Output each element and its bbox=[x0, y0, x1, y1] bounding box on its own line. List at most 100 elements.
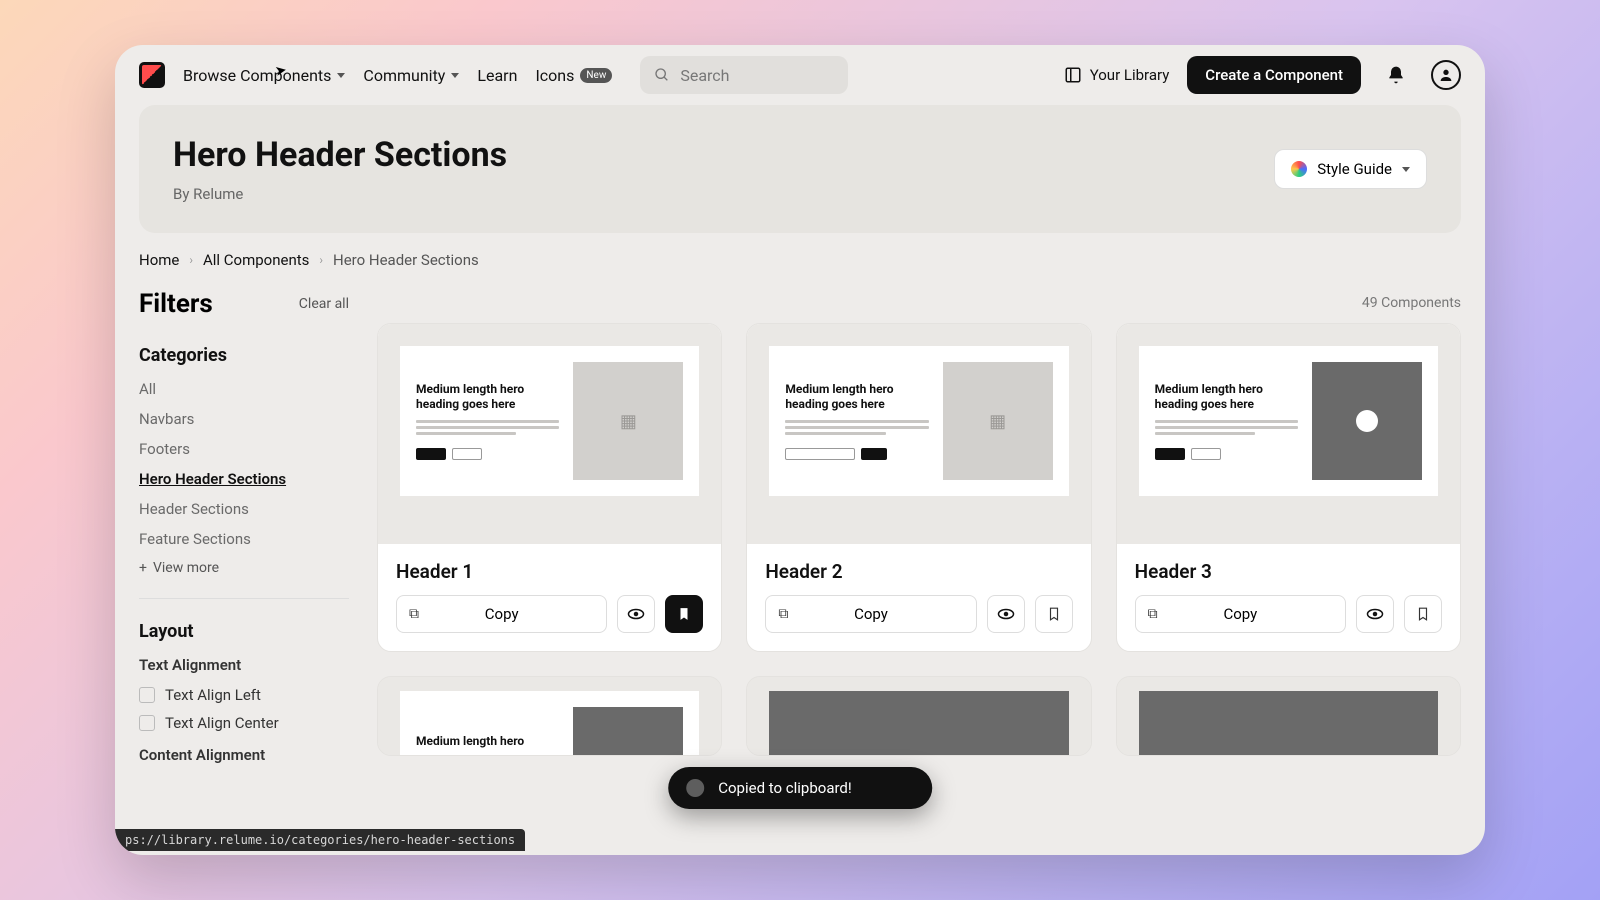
bookmark-button[interactable] bbox=[1404, 595, 1442, 633]
chk-align-center[interactable]: Text Align Center bbox=[139, 714, 349, 732]
image-placeholder-icon bbox=[1139, 691, 1438, 756]
status-url-hint: ps://library.relume.io/categories/hero-h… bbox=[115, 829, 525, 851]
component-card: Medium length hero heading goes here Hea… bbox=[1116, 323, 1461, 652]
nav-community[interactable]: Community bbox=[363, 66, 459, 85]
mock-buttons bbox=[1155, 448, 1298, 460]
page-banner: Hero Header Sections By Relume Style Gui… bbox=[139, 105, 1461, 233]
image-placeholder-icon: ▦ bbox=[943, 362, 1053, 480]
cat-footers[interactable]: Footers bbox=[139, 440, 349, 458]
style-guide-icon bbox=[1291, 161, 1307, 177]
bookmark-button[interactable] bbox=[1035, 595, 1073, 633]
cat-header[interactable]: Header Sections bbox=[139, 500, 349, 518]
account-avatar[interactable] bbox=[1431, 60, 1461, 90]
mock-heading: Medium length hero heading goes here bbox=[416, 382, 559, 412]
content-body: Filters Clear all Categories All Navbars… bbox=[115, 269, 1485, 849]
bookmark-icon bbox=[1416, 606, 1430, 622]
mock-input-row bbox=[785, 448, 928, 460]
preview-button[interactable] bbox=[617, 595, 655, 633]
component-preview[interactable]: Medium length hero heading goes here ▦ bbox=[747, 324, 1090, 544]
nav-browse[interactable]: Browse Components bbox=[183, 66, 345, 85]
logo-icon[interactable] bbox=[139, 62, 165, 88]
mock-heading: Medium length hero bbox=[416, 734, 559, 749]
your-library-label: Your Library bbox=[1090, 66, 1170, 84]
component-preview[interactable] bbox=[747, 677, 1090, 756]
content-alignment-label: Content Alignment bbox=[139, 746, 349, 764]
nav-community-label: Community bbox=[363, 66, 445, 85]
eye-icon bbox=[997, 605, 1015, 623]
cursor-icon: ➤ bbox=[274, 62, 288, 80]
bookmark-button[interactable] bbox=[665, 595, 703, 633]
component-preview[interactable] bbox=[1117, 677, 1460, 756]
divider bbox=[139, 598, 349, 599]
mock-text-lines bbox=[416, 420, 559, 438]
toast-message: Copied to clipboard! bbox=[718, 779, 852, 797]
component-card bbox=[1116, 676, 1461, 756]
view-more-label: View more bbox=[153, 560, 219, 576]
create-component-button[interactable]: Create a Component bbox=[1187, 56, 1361, 94]
preview-button[interactable] bbox=[987, 595, 1025, 633]
notifications-button[interactable] bbox=[1379, 58, 1413, 92]
preview-button[interactable] bbox=[1356, 595, 1394, 633]
plus-icon: + bbox=[139, 560, 147, 576]
search-placeholder: Search bbox=[680, 66, 729, 85]
page-byline: By Relume bbox=[173, 185, 507, 203]
component-card bbox=[746, 676, 1091, 756]
chevron-down-icon bbox=[1402, 167, 1410, 172]
search-input[interactable]: Search bbox=[640, 56, 848, 94]
results-main: 49 Components Medium length hero heading… bbox=[377, 289, 1461, 849]
page-title: Hero Header Sections bbox=[173, 135, 507, 175]
component-title: Header 3 bbox=[1135, 560, 1442, 583]
mockup: Medium length hero heading goes here bbox=[1139, 346, 1438, 496]
style-guide-button[interactable]: Style Guide bbox=[1274, 149, 1427, 189]
filters-heading: Filters bbox=[139, 289, 213, 319]
component-preview[interactable]: Medium length hero heading goes here bbox=[1117, 324, 1460, 544]
top-nav: Browse Components Community Learn IconsN… bbox=[115, 45, 1485, 105]
chevron-down-icon bbox=[337, 73, 345, 78]
search-icon bbox=[654, 67, 670, 83]
results-count: 49 Components bbox=[377, 295, 1461, 311]
copy-icon: ⧉ bbox=[409, 606, 419, 622]
user-icon bbox=[1438, 67, 1454, 83]
video-placeholder-icon bbox=[1312, 362, 1422, 480]
chevron-right-icon: › bbox=[189, 253, 193, 267]
mockup bbox=[769, 691, 1068, 756]
copy-button[interactable]: ⧉Copy bbox=[396, 595, 607, 633]
your-library-link[interactable]: Your Library bbox=[1064, 66, 1170, 84]
cat-navbars[interactable]: Navbars bbox=[139, 410, 349, 428]
layout-heading: Layout bbox=[139, 621, 349, 642]
mock-heading: Medium length hero heading goes here bbox=[1155, 382, 1298, 412]
copy-button[interactable]: ⧉Copy bbox=[1135, 595, 1346, 633]
cat-all[interactable]: All bbox=[139, 380, 349, 398]
mockup: Medium length hero heading goes here ▦ bbox=[400, 346, 699, 496]
bookmark-icon bbox=[677, 606, 691, 622]
chevron-right-icon: › bbox=[319, 253, 323, 267]
breadcrumb: Home › All Components › Hero Header Sect… bbox=[115, 233, 1485, 269]
crumb-all[interactable]: All Components bbox=[203, 251, 309, 269]
chk-align-center-label: Text Align Center bbox=[165, 714, 279, 732]
style-guide-label: Style Guide bbox=[1317, 160, 1392, 178]
eye-icon bbox=[1366, 605, 1384, 623]
component-grid-row2: Medium length hero bbox=[377, 676, 1461, 756]
clear-all-button[interactable]: Clear all bbox=[299, 296, 349, 312]
image-placeholder-icon bbox=[573, 707, 683, 756]
nav-browse-label: Browse Components bbox=[183, 66, 331, 85]
mockup: Medium length hero bbox=[400, 691, 699, 756]
copy-button[interactable]: ⧉Copy bbox=[765, 595, 976, 633]
library-icon bbox=[1064, 66, 1082, 84]
component-preview[interactable]: Medium length hero bbox=[378, 677, 721, 756]
crumb-home[interactable]: Home bbox=[139, 251, 179, 269]
mock-text-lines bbox=[1155, 420, 1298, 438]
mockup bbox=[1139, 691, 1438, 756]
chk-align-left[interactable]: Text Align Left bbox=[139, 686, 349, 704]
nav-icons-label: Icons bbox=[535, 66, 574, 85]
bell-icon bbox=[1386, 65, 1406, 85]
cat-hero-header[interactable]: Hero Header Sections bbox=[139, 470, 349, 488]
component-preview[interactable]: Medium length hero heading goes here ▦ bbox=[378, 324, 721, 544]
component-card: Medium length hero heading goes here ▦ H… bbox=[746, 323, 1091, 652]
nav-learn-label: Learn bbox=[477, 66, 517, 85]
mockup: Medium length hero heading goes here ▦ bbox=[769, 346, 1068, 496]
nav-learn[interactable]: Learn bbox=[477, 66, 517, 85]
cat-feature[interactable]: Feature Sections bbox=[139, 530, 349, 548]
view-more-button[interactable]: + View more bbox=[139, 560, 349, 576]
nav-icons[interactable]: IconsNew bbox=[535, 66, 612, 85]
